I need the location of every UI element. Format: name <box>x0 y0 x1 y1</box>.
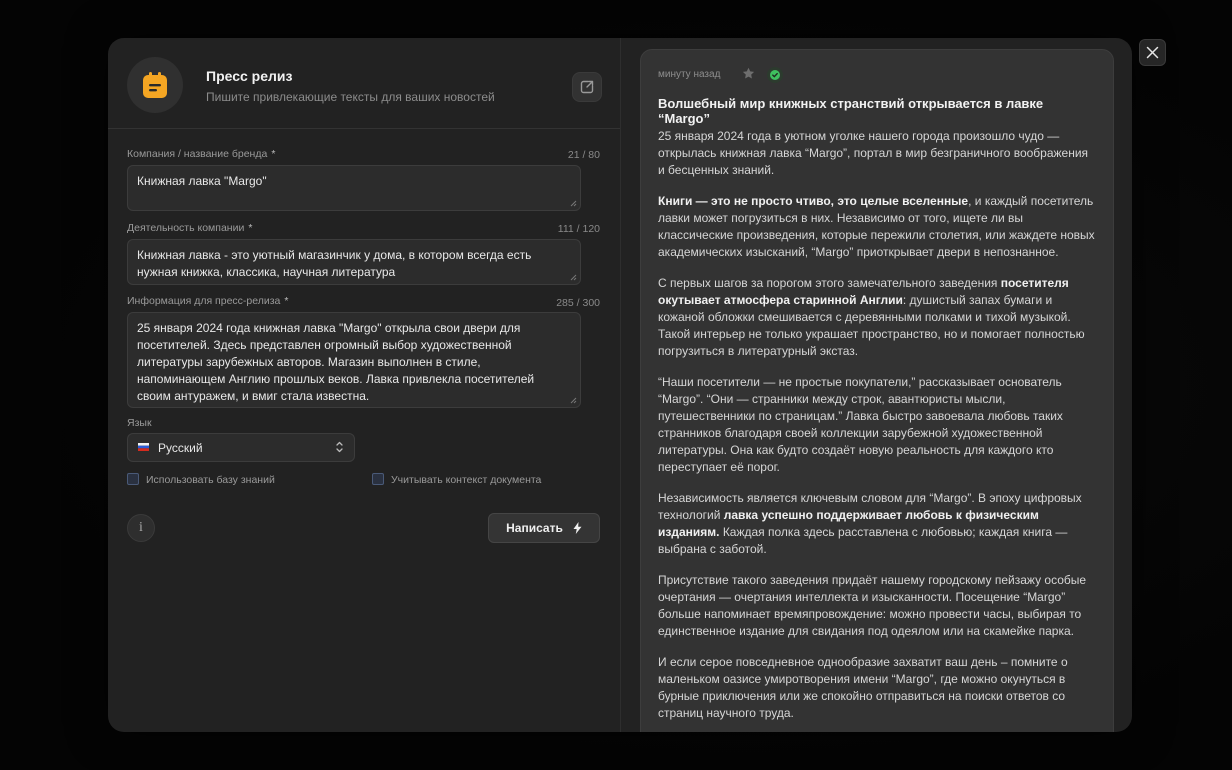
chevron-updown-icon <box>336 441 343 453</box>
language-select[interactable]: Русский <box>127 433 355 462</box>
company-value: Книжная лавка "Margo" <box>137 174 267 188</box>
share-icon <box>580 80 594 94</box>
knowledge-base-label: Использовать базу знаний <box>146 474 275 486</box>
activity-counter: 111 / 120 <box>557 223 600 235</box>
close-icon <box>1146 46 1159 59</box>
tool-subtitle: Пишите привлекающие тексты для ваших нов… <box>206 90 495 104</box>
tool-avatar <box>127 57 183 113</box>
document-context-label: Учитывать контекст документа <box>391 474 542 486</box>
info-label: Информация для пресс-релиза * <box>127 295 289 307</box>
generated-document-card[interactable]: минуту назад Волшебный мир книжных стран… <box>640 49 1114 732</box>
info-icon: i <box>139 520 143 535</box>
result-timestamp: минуту назад <box>658 69 721 80</box>
resize-handle-icon[interactable] <box>570 200 577 207</box>
bolt-icon <box>573 522 582 534</box>
calendar-icon <box>143 72 167 98</box>
result-paragraph: Присутствие такого заведения придаёт наш… <box>658 573 1087 638</box>
check-icon <box>770 70 780 80</box>
result-paragraph: “Наши посетители — не простые покупатели… <box>658 375 1063 474</box>
close-button[interactable] <box>1139 39 1166 66</box>
flag-ru-icon <box>138 443 149 451</box>
language-value: Русский <box>158 441 203 455</box>
activity-value: Книжная лавка - это уютный магазинчик у … <box>137 248 532 279</box>
write-button-label: Написать <box>506 521 563 535</box>
write-button[interactable]: Написать <box>488 513 600 543</box>
company-input[interactable]: Книжная лавка "Margo" <box>127 165 581 211</box>
press-release-modal: Пресс релиз Пишите привлекающие тексты д… <box>108 38 1132 732</box>
saved-status-badge <box>767 67 783 83</box>
activity-label: Деятельность компании * <box>127 222 253 234</box>
company-label: Компания / название бренда * <box>127 148 276 160</box>
language-label: Язык <box>127 417 152 429</box>
result-panel: минуту назад Волшебный мир книжных стран… <box>621 38 1132 732</box>
knowledge-base-checkbox[interactable] <box>127 473 139 485</box>
share-button[interactable] <box>572 72 602 102</box>
result-body: 25 января 2024 года в уютном уголке наше… <box>658 128 1098 732</box>
resize-handle-icon[interactable] <box>570 397 577 404</box>
info-textarea[interactable]: 25 января 2024 года книжная лавка "Margo… <box>127 312 581 408</box>
activity-textarea[interactable]: Книжная лавка - это уютный магазинчик у … <box>127 239 581 285</box>
result-paragraph: И если серое повседневное однообразие за… <box>658 655 1068 720</box>
info-counter: 285 / 300 <box>556 297 600 309</box>
resize-handle-icon[interactable] <box>570 274 577 281</box>
info-button[interactable]: i <box>127 514 155 542</box>
document-context-checkbox[interactable] <box>372 473 384 485</box>
result-paragraph: 25 января 2024 года в уютном уголке наше… <box>658 129 1089 177</box>
form-panel: Пресс релиз Пишите привлекающие тексты д… <box>108 38 620 732</box>
result-paragraph: Независимость является ключевым словом д… <box>658 491 1082 556</box>
result-paragraph: С первых шагов за порогом этого замечате… <box>658 276 1085 358</box>
tool-header: Пресс релиз Пишите привлекающие тексты д… <box>108 38 620 129</box>
result-title: Волшебный мир книжных странствий открыва… <box>658 96 1044 126</box>
company-counter: 21 / 80 <box>567 149 600 161</box>
tool-title: Пресс релиз <box>206 68 293 84</box>
info-value: 25 января 2024 года книжная лавка "Margo… <box>137 321 535 403</box>
star-icon[interactable] <box>742 67 755 80</box>
result-paragraph: Книги — это не просто чтиво, это целые в… <box>658 194 1095 259</box>
